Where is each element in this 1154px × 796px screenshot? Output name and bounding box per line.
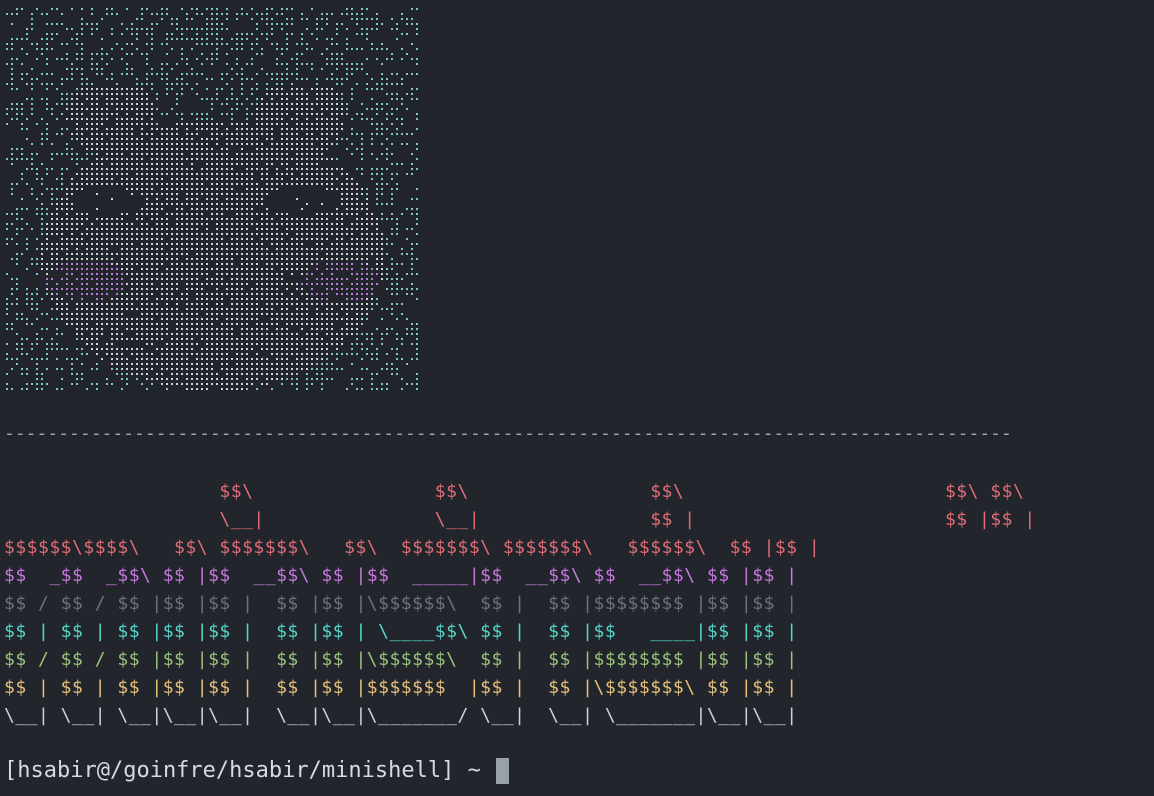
banner-line-5: $$ / $$ / $$ |$$ |$$ | $$ |$$ |\$$$$$$\ … [4,593,798,614]
banner-line-6: $$ | $$ | $$ |$$ |$$ | $$ |$$ | \____$$\… [4,621,798,642]
banner-line-2: \__| \__| $$ | $$ |$$ | [4,509,1036,530]
divider-line: ----------------------------------------… [4,423,1012,444]
shell-prompt[interactable]: [hsabir@/goinfre/hsabir/minishell] ~ [4,756,510,786]
terminal-window[interactable]: ----------------------------------------… [0,0,1154,796]
banner-line-7: $$ / $$ / $$ |$$ |$$ | $$ |$$ |\$$$$$$\ … [4,649,798,670]
braille-art-canvas [6,8,418,390]
banner-line-1: $$\ $$\ $$\ $$\ $$\ [4,481,1036,502]
banner-line-3: $$$$$$\$$$$\ $$\ $$$$$$$\ $$\ $$$$$$$\ $… [4,537,821,558]
banner-line-8: $$ | $$ | $$ |$$ |$$ | $$ |$$ |$$$$$$$ |… [4,677,798,698]
banner-line-9: \__| \__| \__|\__|\__| \__|\__|\_______/… [4,705,798,726]
prompt-text: [hsabir@/goinfre/hsabir/minishell] ~ [4,758,495,783]
banner-line-4: $$ _$$ _$$\ $$ |$$ __$$\ $$ |$$ _____|$$… [4,565,798,586]
minishell-banner: $$\ $$\ $$\ $$\ $$\ \__| \__| $$ | $$ |$… [4,478,1036,730]
ascii-cat-art [0,0,425,400]
text-cursor [496,758,510,784]
